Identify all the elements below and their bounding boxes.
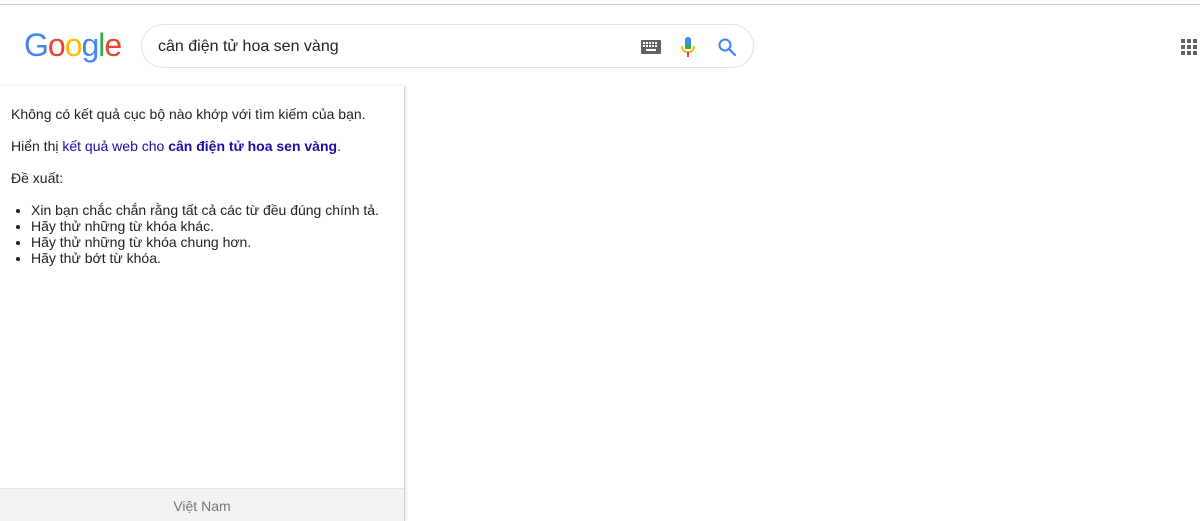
web-results-link[interactable]: kết quả web cho cân điện tử hoa sen vàng [62,138,337,154]
logo-letter-e: e [104,27,122,63]
suggestions-title: Đề xuất: [11,170,64,186]
country-footer: Việt Nam [0,488,404,521]
apps-grid-icon[interactable] [1181,39,1200,55]
search-input[interactable] [158,36,618,58]
suggestion-item: Hãy thử những từ khóa khác. [31,218,401,234]
web-results-line: Hiển thị kết quả web cho cân điện tử hoa… [11,138,401,154]
mic-icon[interactable] [680,36,696,58]
logo-letter-o2: o [64,27,83,63]
suggestion-item: Hãy thử bớt từ khóa. [31,250,401,266]
suggestion-item: Xin bạn chắc chắn rằng tất cả các từ đều… [31,202,401,218]
search-icon[interactable] [717,37,737,57]
keyboard-icon[interactable] [641,40,661,54]
web-results-prefix: Hiển thị [11,138,63,154]
results-panel: Không có kết quả cục bộ nào khớp với tìm… [0,86,405,521]
no-results-message: Không có kết quả cục bộ nào khớp với tìm… [11,106,366,122]
logo-letter-g: G [24,27,49,63]
search-box [141,24,754,68]
web-results-link-text: kết quả web cho [62,138,169,154]
web-results-suffix: . [337,138,341,154]
web-results-query: cân điện tử hoa sen vàng [168,138,338,154]
google-logo[interactable]: Google [24,25,122,65]
maps-search-page: Google cân điện tử hoa sen vàng Không có… [0,0,1200,521]
top-divider [0,0,1200,5]
suggestion-item: Hãy thử những từ khóa chung hơn. [31,234,401,250]
logo-letter-g2: g [81,27,99,63]
suggestions-list: Xin bạn chắc chắn rằng tất cả các từ đều… [11,202,401,266]
logo-letter-o1: o [47,27,66,63]
results-panel-content: Không có kết quả cục bộ nào khớp với tìm… [11,106,401,266]
